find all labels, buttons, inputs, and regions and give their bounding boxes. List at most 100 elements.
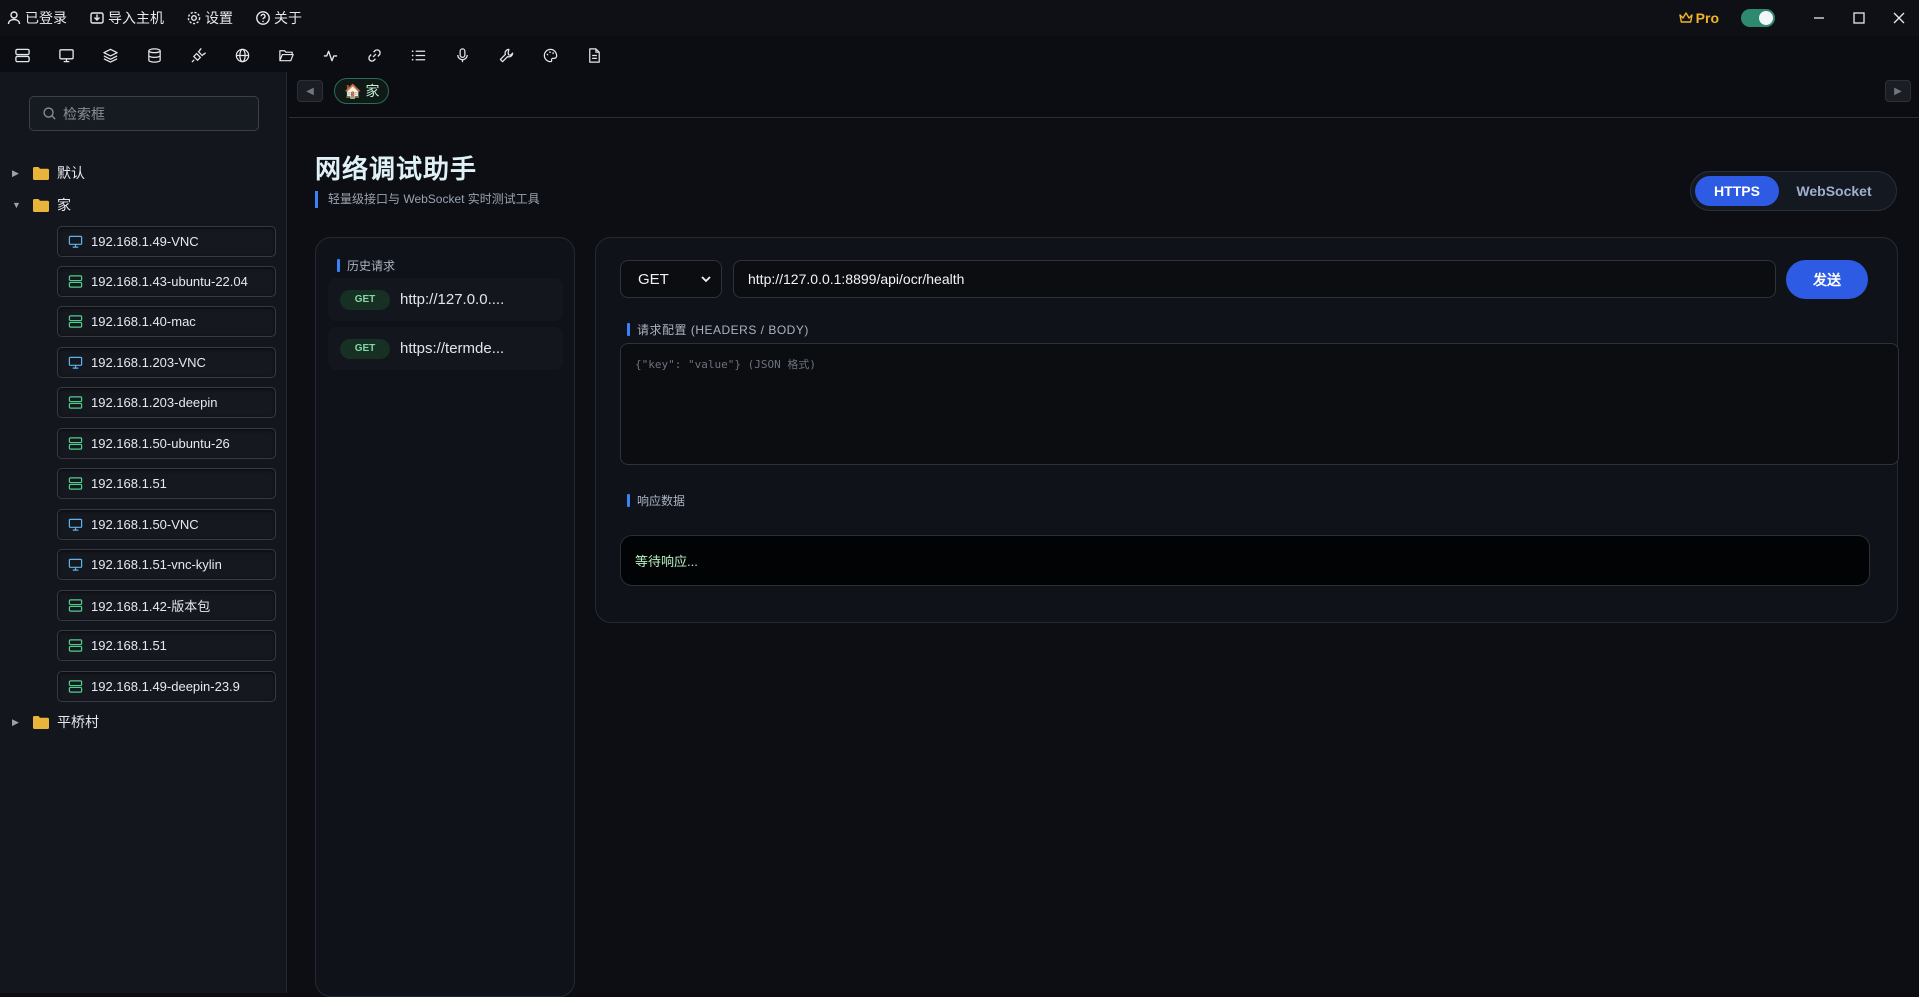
host-item[interactable]: 192.168.1.51-vnc-kylin (57, 549, 276, 580)
host-item[interactable]: 192.168.1.51 (57, 630, 276, 661)
list-icon (411, 49, 425, 61)
group-label: 家 (57, 197, 71, 213)
tab-scroll-right-button[interactable]: ▶ (1885, 80, 1911, 102)
link-icon (367, 48, 381, 62)
pro-label: Pro (1695, 10, 1719, 26)
toolbar-palette-button[interactable] (534, 40, 566, 70)
method-badge: GET (340, 338, 390, 359)
send-button[interactable]: 发送 (1786, 260, 1868, 299)
toolbar-document-button[interactable] (578, 40, 610, 70)
mode-https-button[interactable]: HTTPS (1695, 176, 1779, 206)
toolbar-plug-button[interactable] (182, 40, 214, 70)
host-item[interactable]: 192.168.1.203-deepin (57, 387, 276, 418)
search-input[interactable] (63, 105, 243, 122)
menu-logged-in[interactable]: 已登录 (6, 8, 67, 28)
toolbar-microphone-button[interactable] (446, 40, 478, 70)
monitor-icon (68, 356, 83, 369)
maximize-button[interactable] (1839, 0, 1879, 36)
host-item[interactable]: 192.168.1.43-ubuntu-22.04 (57, 266, 276, 297)
layers-icon (102, 48, 118, 63)
history-item[interactable]: GET http://127.0.0.... (328, 278, 563, 321)
url-input[interactable] (733, 260, 1776, 298)
menu-settings[interactable]: 设置 (186, 8, 233, 28)
history-url: https://termde... (400, 340, 505, 357)
menu-logged-in-label: 已登录 (25, 10, 67, 26)
host-label: 192.168.1.51-vnc-kylin (91, 557, 222, 572)
tab-home[interactable]: 🏠 家 (334, 78, 390, 104)
host-item[interactable]: 192.168.1.40-mac (57, 306, 276, 337)
toolbar-globe-button[interactable] (226, 40, 258, 70)
minimize-icon (1814, 17, 1824, 19)
menu-about[interactable]: 关于 (255, 8, 302, 28)
minimize-button[interactable] (1799, 0, 1839, 36)
window-controls-area: Pro (1678, 0, 1919, 36)
toolbar-layers-button[interactable] (94, 40, 126, 70)
toolbar-server-button[interactable] (6, 40, 38, 70)
user-icon (7, 11, 21, 25)
toolbar-monitor-button[interactable] (50, 40, 82, 70)
monitor-icon (58, 48, 74, 62)
maximize-icon (1853, 12, 1865, 24)
tab-scroll-left-button[interactable]: ◀ (297, 80, 323, 102)
crown-icon (1678, 12, 1693, 23)
page-title: 网络调试助手 (315, 154, 478, 184)
folder-icon (33, 198, 49, 212)
server-icon (68, 437, 83, 450)
close-button[interactable] (1879, 0, 1919, 36)
group-home[interactable]: ▼ 家 (0, 194, 71, 216)
host-item[interactable]: 192.168.1.50-ubuntu-26 (57, 428, 276, 459)
collapse-arrow-icon[interactable]: ▼ (12, 200, 22, 210)
host-item[interactable]: 192.168.1.50-VNC (57, 509, 276, 540)
response-output: 等待响应... (620, 535, 1870, 586)
toolbar-wrench-button[interactable] (490, 40, 522, 70)
server-icon (68, 639, 83, 652)
server-icon (68, 275, 83, 288)
host-item[interactable]: 192.168.1.49-VNC (57, 226, 276, 257)
host-label: 192.168.1.43-ubuntu-22.04 (91, 274, 248, 289)
chevron-down-icon (701, 276, 711, 283)
folder-open-icon (278, 49, 294, 61)
expand-arrow-icon[interactable]: ▶ (12, 717, 22, 728)
host-item[interactable]: 192.168.1.42-版本包 (57, 590, 276, 621)
activity-icon (323, 50, 337, 61)
group-pingqiao-village[interactable]: ▶ 平桥村 (0, 711, 99, 733)
server-icon (68, 680, 83, 693)
host-item[interactable]: 192.168.1.203-VNC (57, 347, 276, 378)
group-label: 平桥村 (57, 714, 99, 730)
response-title: 响应数据 (627, 492, 685, 509)
palette-icon (543, 48, 557, 62)
host-label: 192.168.1.50-ubuntu-26 (91, 436, 230, 451)
close-icon (1893, 12, 1905, 24)
request-body-input[interactable] (620, 343, 1899, 465)
host-item[interactable]: 192.168.1.51 (57, 468, 276, 499)
host-sidebar: ▶ 默认 ▼ 家 192.168.1.49-VNC 192.168.1.43-u… (0, 72, 287, 993)
server-icon (68, 599, 83, 612)
search-box[interactable] (29, 96, 259, 131)
toolbar-link-button[interactable] (358, 40, 390, 70)
theme-toggle[interactable] (1741, 9, 1775, 27)
pro-badge[interactable]: Pro (1678, 10, 1719, 26)
help-icon (256, 11, 270, 25)
expand-arrow-icon[interactable]: ▶ (12, 168, 22, 179)
house-icon: 🏠 (344, 82, 362, 99)
menu-import-host[interactable]: 导入主机 (89, 8, 164, 28)
group-default[interactable]: ▶ 默认 (0, 162, 85, 184)
host-label: 192.168.1.42-版本包 (91, 599, 211, 614)
host-item[interactable]: 192.168.1.49-deepin-23.9 (57, 671, 276, 702)
toolbar-folder-button[interactable] (270, 40, 302, 70)
title-bar: 已登录 导入主机 设置 关于 Pro (0, 0, 1919, 36)
plug-icon (190, 47, 206, 63)
method-select[interactable]: GET (620, 260, 722, 298)
mode-websocket-button[interactable]: WebSocket (1779, 176, 1889, 206)
toolbar-list-button[interactable] (402, 40, 434, 70)
toolbar-activity-button[interactable] (314, 40, 346, 70)
host-label: 192.168.1.51 (91, 476, 167, 491)
toolbar-database-button[interactable] (138, 40, 170, 70)
microphone-icon (456, 47, 468, 62)
history-url: http://127.0.0.... (400, 291, 505, 308)
history-item[interactable]: GET https://termde... (328, 327, 563, 370)
database-icon (147, 47, 161, 63)
document-icon (588, 47, 600, 63)
history-panel: 历史请求 GET http://127.0.0.... GET https://… (315, 237, 575, 997)
icon-toolbar (0, 38, 1919, 72)
